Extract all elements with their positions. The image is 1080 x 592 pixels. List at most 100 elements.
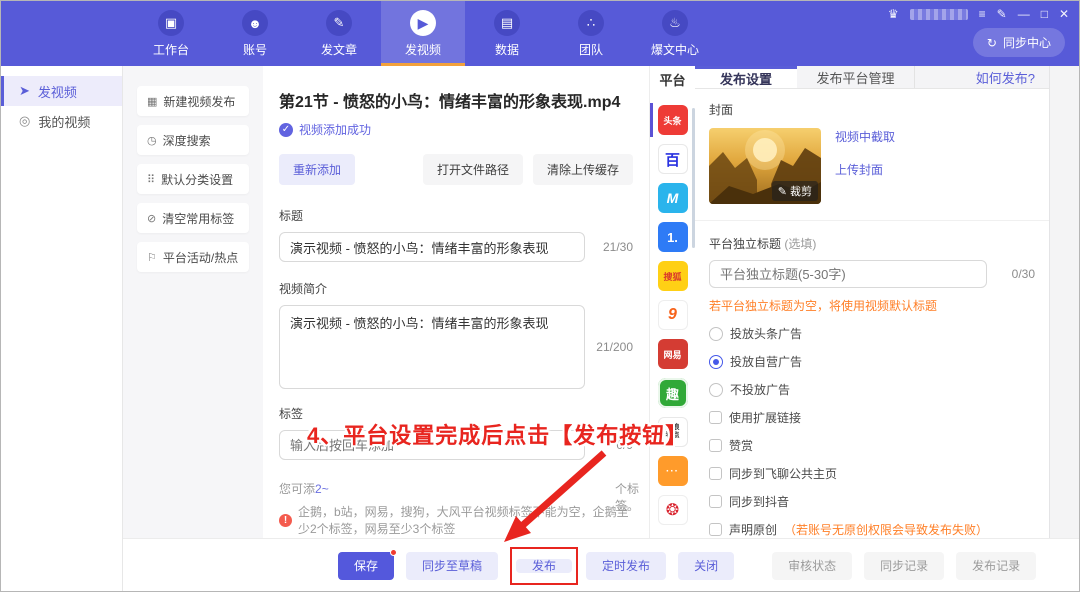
checkbox-icon[interactable]: [709, 439, 722, 452]
sync-center-button[interactable]: ↻ 同步中心: [973, 28, 1065, 57]
minimize-icon[interactable]: —: [1018, 8, 1030, 20]
clear-upload-cache-button[interactable]: 清除上传缓存: [533, 154, 633, 185]
title-input[interactable]: [279, 232, 585, 262]
publish-log-button[interactable]: 发布记录: [956, 552, 1036, 580]
sidebar-item-label: 发视频: [38, 82, 77, 101]
netease-icon: 网易: [658, 339, 688, 369]
description-textarea[interactable]: 演示视频 - 愤怒的小鸟：情绪丰富的形象表现: [279, 305, 585, 389]
checkbox-appreciate[interactable]: 赞赏: [709, 437, 1035, 454]
radio-no-ad[interactable]: 不投放广告: [709, 381, 1035, 398]
how-to-publish-link[interactable]: 如何发布?: [976, 68, 1049, 87]
platform-baijiahao[interactable]: 百: [650, 144, 695, 174]
close-icon[interactable]: ✕: [1059, 8, 1069, 20]
platform-dafeng[interactable]: ❂: [650, 495, 695, 525]
independent-title-label: 平台独立标题 (选填): [709, 235, 1035, 252]
panel-scroll-gutter[interactable]: [1049, 66, 1079, 538]
nav-publish-video[interactable]: ▶ 发视频: [381, 1, 465, 66]
blue-m-icon: M: [658, 183, 688, 213]
platform-blue-m[interactable]: M: [650, 183, 695, 213]
description-label: 视频简介: [279, 280, 633, 297]
workbench-icon: ▣: [158, 10, 184, 36]
nav-team[interactable]: ∴ 团队: [549, 1, 633, 66]
checkbox-extended-link[interactable]: 使用扩展链接: [709, 409, 1035, 426]
independent-title-input[interactable]: [709, 260, 987, 288]
nav-label: 发文章: [297, 41, 381, 58]
deep-search-button[interactable]: ◷ 深度搜索: [137, 125, 249, 155]
readd-button[interactable]: 重新添加: [279, 154, 355, 185]
orange-swirl-icon: 9: [658, 300, 688, 330]
radio-label: 投放自营广告: [730, 353, 802, 370]
platform-orange-text[interactable]: ···: [650, 456, 695, 486]
radio-icon[interactable]: [709, 355, 723, 369]
sync-to-draft-button[interactable]: 同步至草稿: [406, 552, 498, 580]
save-button[interactable]: 保存: [338, 552, 394, 580]
default-category-button[interactable]: ⠿ 默认分类设置: [137, 164, 249, 194]
review-status-button[interactable]: 审核状态: [772, 552, 852, 580]
tags-warning-line: ! 企鹅，b站，网易，搜狗，大风平台视频标签不能为空，企鹅至少2个标签，网易至少…: [279, 503, 633, 537]
publish-highlight-box: 发布: [510, 547, 578, 585]
tab-platform-manage[interactable]: 发布平台管理: [797, 66, 915, 88]
nav-workbench[interactable]: ▣ 工作台: [129, 1, 213, 66]
nav-publish-article[interactable]: ✎ 发文章: [297, 1, 381, 66]
nav-label: 账号: [213, 41, 297, 58]
crop-button[interactable]: ✎ 裁剪: [772, 181, 818, 201]
publish-button[interactable]: 发布: [516, 559, 572, 573]
radio-toutiao-ad[interactable]: 投放头条广告: [709, 325, 1035, 342]
platform-qutoutiao[interactable]: 趣: [650, 378, 695, 408]
maximize-icon[interactable]: □: [1041, 8, 1048, 20]
open-file-path-button[interactable]: 打开文件路径: [423, 154, 523, 185]
menu-icon[interactable]: ≡: [979, 8, 986, 20]
cover-thumbnail[interactable]: ✎ 裁剪: [709, 128, 821, 204]
checkbox-declare-original[interactable]: 声明原创 （若账号无原创权限会导致发布失败）: [709, 521, 1035, 538]
platform-orange-swirl[interactable]: 9: [650, 300, 695, 330]
crop-icon: ✎: [778, 185, 787, 198]
publish-settings-panel: 发布设置 发布平台管理 如何发布? 封面: [695, 66, 1049, 538]
publish-options-group: 使用扩展链接 赞赏 同步到飞聊公共主页: [709, 409, 1035, 538]
radio-icon[interactable]: [709, 327, 723, 341]
nav-label: 爆文中心: [633, 41, 717, 58]
pen-icon: ✎: [326, 10, 352, 36]
close-button[interactable]: 关闭: [678, 552, 734, 580]
radio-self-ad[interactable]: 投放自营广告: [709, 353, 1035, 370]
platform-activity-button[interactable]: ⚐ 平台活动/热点: [137, 242, 249, 272]
phoenix-icon: ❂: [658, 495, 688, 525]
radio-icon[interactable]: [709, 383, 723, 397]
schedule-publish-button[interactable]: 定时发布: [586, 552, 666, 580]
record-circle-icon: ◎: [19, 113, 30, 129]
platform-sohu[interactable]: 搜狐: [650, 261, 695, 291]
tab-publish-settings[interactable]: 发布设置: [695, 66, 797, 88]
clear-tags-button[interactable]: ⊘ 清空常用标签: [137, 203, 249, 233]
nav-hot-center[interactable]: ♨ 爆文中心: [633, 1, 717, 66]
sidebar-item-publish-video[interactable]: ➤ 发视频: [1, 76, 122, 106]
independent-title-counter: 0/30: [987, 267, 1035, 281]
sidebar-item-my-videos[interactable]: ◎ 我的视频: [1, 106, 122, 136]
play-icon: ▶: [410, 10, 436, 36]
checkbox-icon[interactable]: [709, 411, 722, 424]
checkbox-sync-feiliao[interactable]: 同步到飞聊公共主页: [709, 465, 1035, 482]
new-video-publish-button[interactable]: ▦ 新建视频发布: [137, 86, 249, 116]
nav-label: 团队: [549, 41, 633, 58]
unsaved-dot-badge: [390, 549, 397, 556]
platform-toutiao[interactable]: 头条: [650, 105, 695, 135]
capture-from-video-link[interactable]: 视频中截取: [835, 128, 895, 145]
sync-center-label: 同步中心: [1003, 34, 1051, 51]
nav-data[interactable]: ▤ 数据: [465, 1, 549, 66]
upload-cover-link[interactable]: 上传封面: [835, 161, 895, 178]
action-label: 平台活动/热点: [163, 249, 238, 266]
checkbox-icon[interactable]: [709, 467, 722, 480]
yidian-icon: 1.: [658, 222, 688, 252]
main-nav: ▣ 工作台 ☻ 账号 ✎ 发文章 ▶ 发视频 ▤ 数据 ∴ 团队: [129, 1, 717, 66]
sync-log-button[interactable]: 同步记录: [864, 552, 944, 580]
upload-status-text: 视频添加成功: [299, 121, 371, 138]
checkbox-sync-douyin[interactable]: 同步到抖音: [709, 493, 1035, 510]
platform-yidian[interactable]: 1.: [650, 222, 695, 252]
vip-badge-icon: ♛: [888, 8, 899, 20]
checkbox-icon[interactable]: [709, 495, 722, 508]
checkbox-icon[interactable]: [709, 523, 722, 536]
edit-icon[interactable]: ✎: [997, 8, 1007, 20]
nav-account[interactable]: ☻ 账号: [213, 1, 297, 66]
checkbox-label: 使用扩展链接: [729, 409, 801, 426]
checkbox-label: 赞赏: [729, 437, 753, 454]
exclamation-icon: !: [279, 514, 292, 527]
platform-netease[interactable]: 网易: [650, 339, 695, 369]
